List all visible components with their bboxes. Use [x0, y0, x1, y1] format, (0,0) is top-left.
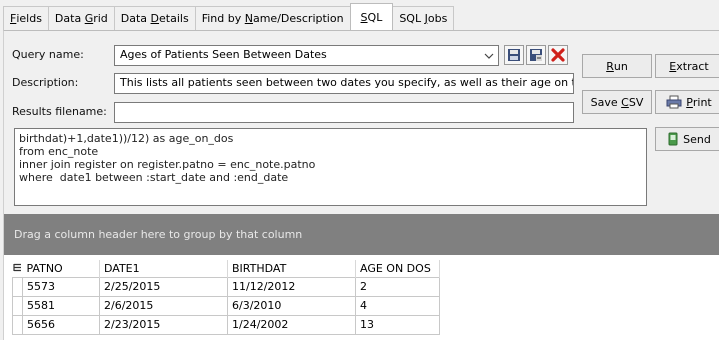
- column-chooser-icon[interactable]: [12, 260, 23, 277]
- cell-birthdat[interactable]: 1/24/2002: [227, 314, 356, 335]
- description-value: This lists all patients seen between two…: [120, 76, 574, 89]
- floppy-disk-icon[interactable]: [504, 45, 524, 65]
- sql-line: where date1 between :start_date and :end…: [19, 171, 289, 184]
- cell-age-on-dos[interactable]: 4: [355, 295, 440, 316]
- cell-date1[interactable]: 2/25/2015: [99, 276, 228, 297]
- tab-data-details[interactable]: Data Details: [113, 6, 196, 30]
- row-indicator[interactable]: [12, 276, 23, 297]
- results-filename-field[interactable]: [114, 102, 574, 123]
- floppy-disk-arrow-icon[interactable]: [526, 45, 546, 65]
- tab-fields[interactable]: Fields: [3, 6, 49, 30]
- send-button[interactable]: Send: [655, 127, 719, 151]
- cell-patno[interactable]: 5573: [22, 276, 100, 297]
- tab-sql[interactable]: S QL: [349, 3, 394, 30]
- header-row: PATNO DATE1 BIRTHDAT AGE ON DOS: [12, 260, 440, 277]
- tab-sql-jobs[interactable]: SQL Jobs: [392, 6, 455, 30]
- tab-find-by-name[interactable]: Find by Name/Description: [194, 6, 351, 30]
- cell-age-on-dos[interactable]: 2: [355, 276, 440, 297]
- cell-birthdat[interactable]: 11/12/2012: [227, 276, 356, 297]
- table-row[interactable]: 5581 2/6/2015 6/3/2010 4: [12, 295, 440, 316]
- column-header-patno[interactable]: PATNO: [22, 260, 100, 277]
- description-label: Description:: [12, 76, 79, 89]
- chevron-down-icon[interactable]: [482, 48, 496, 63]
- row-indicator[interactable]: [12, 295, 23, 316]
- print-button[interactable]: Print: [655, 90, 719, 114]
- save-csv-button[interactable]: Save C SV: [582, 90, 652, 114]
- query-name-combo[interactable]: Ages of Patients Seen Between Dates: [114, 45, 499, 66]
- cell-age-on-dos[interactable]: 13: [355, 314, 440, 335]
- red-x-icon[interactable]: [548, 45, 568, 65]
- sql-editor[interactable]: birthdat)+1,date1))/12) as age_on_dos fr…: [14, 128, 647, 206]
- cell-patno[interactable]: 5581: [22, 295, 100, 316]
- sql-line: birthdat)+1,date1))/12) as age_on_dos: [19, 132, 234, 145]
- group-by-panel[interactable]: Drag a column header here to group by th…: [4, 214, 719, 255]
- column-header-date1[interactable]: DATE1: [99, 260, 228, 277]
- description-field[interactable]: This lists all patients seen between two…: [114, 73, 574, 94]
- run-button[interactable]: Run: [582, 54, 652, 78]
- table-row[interactable]: 5656 2/23/2015 1/24/2002 13: [12, 314, 440, 335]
- cell-date1[interactable]: 2/23/2015: [99, 314, 228, 335]
- extract-button[interactable]: Extract: [655, 54, 719, 78]
- query-name-value: Ages of Patients Seen Between Dates: [120, 48, 327, 61]
- group-by-hint: Drag a column header here to group by th…: [14, 228, 303, 241]
- send-phone-icon: [667, 132, 679, 146]
- results-filename-label: Results filename:: [12, 105, 107, 118]
- results-table: PATNO DATE1 BIRTHDAT AGE ON DOS 5573 2/2…: [12, 260, 440, 335]
- column-header-birthdat[interactable]: BIRTHDAT: [227, 260, 356, 277]
- sql-line: inner join register on register.patno = …: [19, 158, 316, 171]
- printer-icon: [666, 95, 682, 109]
- sql-line: from enc_note: [19, 145, 99, 158]
- query-name-label: Query name:: [12, 48, 84, 61]
- results-grid: PATNO DATE1 BIRTHDAT AGE ON DOS 5573 2/2…: [4, 255, 719, 340]
- column-header-age-on-dos[interactable]: AGE ON DOS: [355, 260, 440, 277]
- cell-patno[interactable]: 5656: [22, 314, 100, 335]
- cell-date1[interactable]: 2/6/2015: [99, 295, 228, 316]
- table-row[interactable]: 5573 2/25/2015 11/12/2012 2: [12, 276, 440, 297]
- tab-strip: Fields Data Grid Data Details Find by Na…: [3, 3, 455, 30]
- cell-birthdat[interactable]: 6/3/2010: [227, 295, 356, 316]
- row-indicator[interactable]: [12, 314, 23, 335]
- tab-data-grid[interactable]: Data Grid: [47, 6, 115, 30]
- sql-pane: Query name: Ages of Patients Seen Betwee…: [3, 30, 719, 340]
